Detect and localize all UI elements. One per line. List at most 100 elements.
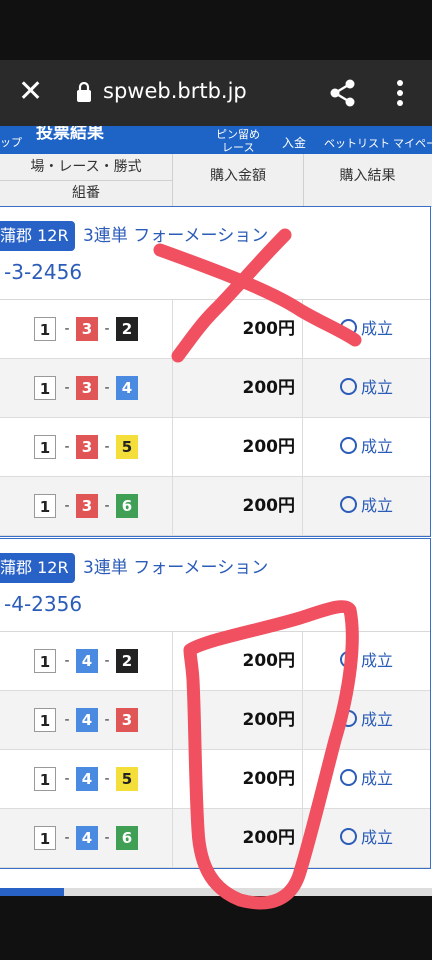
bet-type: 3連単 フォーメーション	[83, 558, 269, 578]
table-row: 1 - 4 - 6 200円 成立	[0, 809, 430, 868]
result-circle-icon	[340, 496, 357, 513]
race-header: 蒲郡 12R 3連単 フォーメーション -4-2356	[0, 539, 430, 632]
header-venue-race: 場・レース・勝式	[0, 154, 172, 181]
result-circle-icon	[340, 378, 357, 395]
boat-number-third: 6	[116, 826, 138, 850]
nav-item-betlist[interactable]: ベットリスト	[324, 135, 390, 151]
bet-type: 3連単 フォーメーション	[83, 226, 269, 246]
result-text: 成立	[361, 769, 394, 788]
boat-number-third: 6	[116, 494, 138, 518]
purchase-amount: 200円	[242, 769, 296, 789]
race-header: 蒲郡 12R 3連単 フォーメーション -3-2456	[0, 207, 430, 300]
table-row: 1 - 4 - 2 200円 成立	[0, 632, 430, 691]
boat-number-first: 1	[34, 376, 56, 400]
table-row: 1 - 3 - 6 200円 成立	[0, 477, 430, 536]
bottom-bar	[0, 896, 432, 960]
result-text: 成立	[361, 437, 394, 456]
separator: -	[64, 498, 70, 514]
results-content: 場・レース・勝式 組番 購入金額 購入結果 蒲郡 12R 3連単 フォーメーショ…	[0, 154, 432, 896]
separator: -	[64, 771, 70, 787]
browser-toolbar: ✕ spweb.brtb.jp	[0, 60, 432, 126]
boat-number-first: 1	[34, 317, 56, 341]
table-row: 1 - 4 - 3 200円 成立	[0, 691, 430, 750]
result-text: 成立	[361, 710, 394, 729]
nav-item-results[interactable]: 投票結果	[36, 126, 104, 143]
purchase-result: 成立	[340, 649, 393, 673]
purchase-amount: 200円	[242, 828, 296, 848]
boat-number-second: 4	[76, 708, 98, 732]
separator: -	[104, 653, 110, 669]
table-header: 場・レース・勝式 組番 購入金額 購入結果	[0, 154, 432, 207]
separator: -	[64, 712, 70, 728]
lock-icon	[77, 82, 91, 102]
result-circle-icon	[340, 828, 357, 845]
separator: -	[64, 380, 70, 396]
boat-number-first: 1	[34, 435, 56, 459]
combination-text: -3-2456	[4, 260, 83, 284]
result-circle-icon	[340, 651, 357, 668]
separator: -	[104, 830, 110, 846]
boat-number-second: 4	[76, 649, 98, 673]
scroll-progress	[0, 888, 64, 896]
purchase-result: 成立	[340, 435, 393, 459]
boat-number-second: 3	[76, 376, 98, 400]
boat-number-third: 5	[116, 435, 138, 459]
boat-number-first: 1	[34, 767, 56, 791]
purchase-result: 成立	[340, 826, 393, 850]
purchase-result: 成立	[340, 767, 393, 791]
header-amount: 購入金額	[172, 154, 304, 206]
boat-number-second: 3	[76, 494, 98, 518]
combination-text: -4-2356	[4, 592, 83, 616]
nav-item-race[interactable]: レース	[222, 139, 254, 154]
boat-number-first: 1	[34, 708, 56, 732]
purchase-amount: 200円	[242, 651, 296, 671]
boat-number-first: 1	[34, 494, 56, 518]
result-text: 成立	[361, 828, 394, 847]
venue-badge: 蒲郡 12R	[0, 221, 75, 251]
boat-number-second: 3	[76, 317, 98, 341]
purchase-amount: 200円	[242, 710, 296, 730]
result-circle-icon	[340, 319, 357, 336]
purchase-amount: 200円	[242, 378, 296, 398]
boat-number-first: 1	[34, 649, 56, 673]
separator: -	[64, 321, 70, 337]
boat-number-third: 2	[116, 317, 138, 341]
separator: -	[64, 439, 70, 455]
result-text: 成立	[361, 651, 394, 670]
url-text[interactable]: spweb.brtb.jp	[103, 79, 247, 103]
share-icon[interactable]	[328, 78, 358, 108]
table-row: 1 - 3 - 2 200円 成立	[0, 300, 430, 359]
table-row: 1 - 3 - 5 200円 成立	[0, 418, 430, 477]
result-circle-icon	[340, 769, 357, 786]
bet-block: 蒲郡 12R 3連単 フォーメーション -4-2356 1 - 4 - 2 20…	[0, 538, 431, 869]
nav-item-top[interactable]: ップ	[0, 134, 22, 150]
separator: -	[64, 653, 70, 669]
separator: -	[104, 498, 110, 514]
separator: -	[104, 380, 110, 396]
separator: -	[104, 439, 110, 455]
site-nav: ップ 投票結果 ピン留め レース 入金 ベットリスト マイペー	[0, 126, 432, 154]
result-text: 成立	[361, 496, 394, 515]
nav-item-deposit[interactable]: 入金	[282, 134, 306, 151]
more-vert-icon[interactable]	[390, 78, 410, 108]
result-text: 成立	[361, 319, 394, 338]
separator: -	[104, 321, 110, 337]
boat-number-third: 4	[116, 376, 138, 400]
separator: -	[64, 830, 70, 846]
table-row: 1 - 3 - 4 200円 成立	[0, 359, 430, 418]
purchase-result: 成立	[340, 494, 393, 518]
nav-item-mypage[interactable]: マイペー	[393, 135, 432, 151]
purchase-result: 成立	[340, 376, 393, 400]
purchase-result: 成立	[340, 708, 393, 732]
purchase-result: 成立	[340, 317, 393, 341]
table-row: 1 - 4 - 5 200円 成立	[0, 750, 430, 809]
venue-badge: 蒲郡 12R	[0, 553, 75, 583]
separator: -	[104, 771, 110, 787]
boat-number-third: 2	[116, 649, 138, 673]
close-icon[interactable]: ✕	[18, 77, 43, 107]
boat-number-second: 4	[76, 826, 98, 850]
boat-number-third: 5	[116, 767, 138, 791]
result-text: 成立	[361, 378, 394, 397]
purchase-amount: 200円	[242, 319, 296, 339]
header-result: 購入結果	[339, 168, 396, 184]
